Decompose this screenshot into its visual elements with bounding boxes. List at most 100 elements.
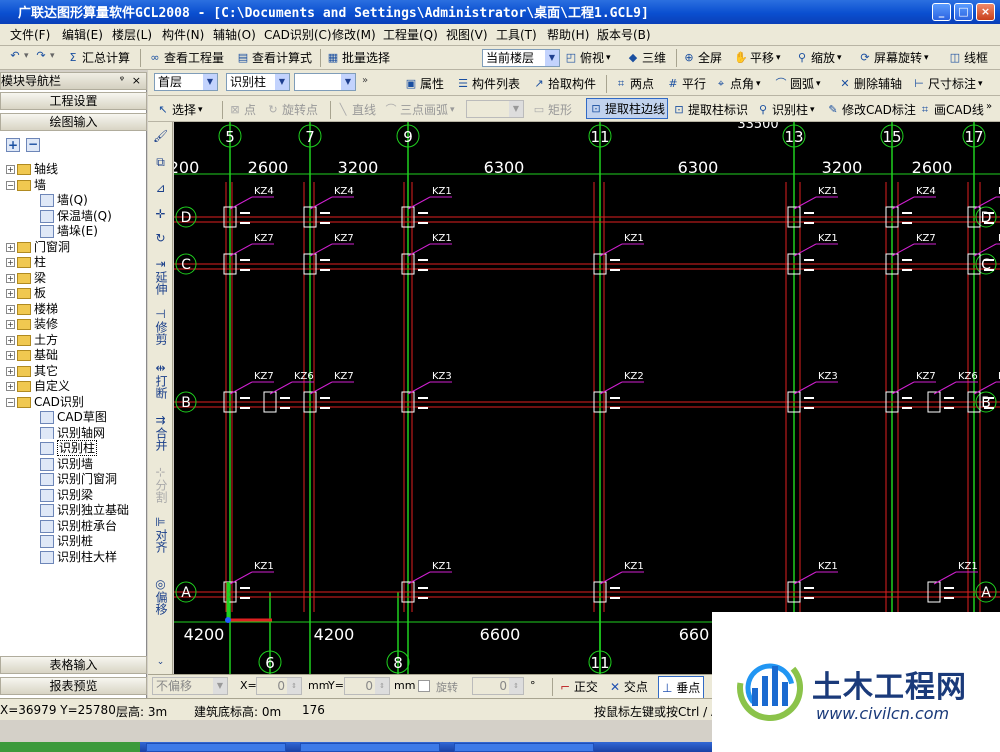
collapse-icon[interactable]: − — [6, 180, 15, 190]
two-points-button[interactable]: ⌗ 两点 — [614, 75, 654, 92]
point-angle-button[interactable]: ⌖ 点角 ▾ — [714, 75, 761, 92]
extract-column-edge-button[interactable]: ⊡ 提取柱边线 — [586, 98, 669, 119]
expand-icon[interactable]: + — [6, 351, 15, 360]
expand-icon[interactable]: + — [6, 366, 15, 376]
collapse-all-button[interactable]: − — [26, 138, 40, 152]
menu-component[interactable]: 构件(N) — [162, 26, 204, 43]
redo-button[interactable]: ↷ ▾ — [34, 49, 54, 63]
identify-column-button[interactable]: ⚲ 识别柱 ▾ — [756, 101, 815, 118]
tree-item[interactable]: + 装修 — [6, 315, 58, 332]
expand-icon[interactable]: + — [6, 273, 15, 283]
tree-item[interactable]: + 梁 — [6, 269, 46, 286]
chevron-down-icon[interactable]: ⌄ — [150, 656, 171, 669]
tree-item[interactable]: 识别墙 — [40, 455, 93, 472]
tree-item[interactable]: + 板 — [6, 284, 46, 301]
floor-select[interactable]: 首层 ▼ — [154, 73, 218, 91]
y-offset-input[interactable]: 0 ⇕ — [344, 677, 390, 695]
tree-item[interactable]: 识别轴网 — [40, 424, 105, 441]
tree-item[interactable]: + 土方 — [6, 331, 58, 348]
expand-icon[interactable]: + — [6, 320, 15, 329]
tree-item[interactable]: + 楼梯 — [6, 300, 58, 317]
offset-select[interactable]: 不偏移 ▼ — [152, 677, 228, 695]
menu-modify[interactable]: 修改(M) — [332, 26, 376, 43]
screen-rotate-button[interactable]: ⟳ 屏幕旋转 ▾ — [858, 49, 928, 66]
menu-floor[interactable]: 楼层(L) — [112, 26, 152, 43]
arc-option-select[interactable]: ▼ — [466, 100, 524, 118]
menu-aux-axis[interactable]: 辅轴(O) — [213, 26, 256, 43]
mirror-icon[interactable]: ⊿ — [150, 182, 171, 195]
floor-scope-select[interactable]: 当前楼层 ▼ — [482, 49, 560, 67]
menu-tools[interactable]: 工具(T) — [496, 26, 537, 43]
minimize-button[interactable]: _ — [932, 3, 951, 21]
align-button[interactable]: ⊫ 对齐 — [150, 516, 171, 554]
tree-item[interactable]: + 门窗洞 — [6, 238, 70, 255]
split-button[interactable]: ⊹ 分割 — [150, 466, 171, 504]
rotate-checkbox[interactable] — [418, 680, 430, 692]
start-button[interactable] — [0, 742, 140, 752]
perpendicular-snap-toggle[interactable]: ⊥ 垂点 — [658, 676, 705, 699]
rotate-icon[interactable]: ↻ — [150, 232, 171, 245]
maximize-button[interactable]: □ — [954, 3, 973, 21]
close-icon[interactable]: × — [132, 73, 141, 89]
component-list-button[interactable]: ☰ 构件列表 — [456, 75, 520, 92]
batch-select-button[interactable]: ▦ 批量选择 — [326, 49, 390, 66]
tree-item[interactable]: + 轴线 — [6, 160, 58, 177]
x-offset-input[interactable]: 0 ⇕ — [256, 677, 302, 695]
close-button[interactable]: × — [976, 3, 995, 21]
three-point-arc-button[interactable]: ⌒ 三点画弧 ▾ — [384, 101, 455, 118]
pin-icon[interactable]: ᵠ — [120, 73, 124, 89]
expand-icon[interactable]: + — [6, 335, 15, 345]
menu-view[interactable]: 视图(V) — [446, 26, 488, 43]
expand-icon[interactable]: + — [6, 258, 15, 267]
break-button[interactable]: ⇹ 打断 — [150, 362, 171, 400]
tree-item[interactable]: 识别柱 — [40, 439, 98, 456]
zoom-button[interactable]: ⚲ 缩放 ▾ — [795, 49, 842, 66]
view-quantity-button[interactable]: ∞ 查看工程量 — [148, 49, 224, 66]
component-type-select[interactable]: 识别柱 ▼ — [226, 73, 290, 91]
tree-item[interactable]: 保温墙(Q) — [40, 207, 112, 224]
brush-icon[interactable]: 🖌 — [150, 130, 171, 143]
menu-edit[interactable]: 编辑(E) — [62, 26, 103, 43]
ortho-toggle[interactable]: ⌐ 正交 — [560, 678, 598, 695]
top-view-button[interactable]: ◰ 俯视 ▾ — [564, 49, 611, 66]
tab-drawing-input[interactable]: 绘图输入 — [0, 113, 147, 131]
tree-item[interactable]: 墙(Q) — [40, 191, 88, 208]
offset-button[interactable]: ◎ 偏移 — [150, 578, 171, 616]
wireframe-button[interactable]: ◫ 线框 — [948, 49, 988, 66]
tab-table-input[interactable]: 表格输入 — [0, 656, 147, 674]
tab-project-settings[interactable]: 工程设置 — [0, 92, 147, 110]
taskbar-item[interactable] — [146, 743, 286, 752]
component-name-select[interactable]: ▼ — [294, 73, 356, 91]
expand-icon[interactable]: + — [6, 242, 15, 252]
toolbar-overflow-icon[interactable]: » — [986, 101, 992, 112]
cad-canvas[interactable]: 579111315176811DDCCBBAA20026003200630063… — [174, 122, 1000, 674]
intersection-snap-toggle[interactable]: ✕ 交点 — [610, 678, 648, 695]
collapse-icon[interactable]: − — [6, 397, 15, 407]
toolbar-overflow-icon[interactable]: » — [362, 75, 368, 86]
rotate-point-button[interactable]: ↻ 旋转点 — [266, 101, 318, 118]
tree-item[interactable]: 识别独立基础 — [40, 501, 129, 518]
tree-item[interactable]: + 基础 — [6, 346, 58, 363]
parallel-button[interactable]: # 平行 — [666, 75, 706, 92]
tree-item[interactable]: 识别桩承台 — [40, 517, 117, 534]
expand-icon[interactable]: + — [6, 304, 15, 314]
tab-report-preview[interactable]: 报表预览 — [0, 677, 147, 695]
pick-component-button[interactable]: ↗ 拾取构件 — [532, 75, 596, 92]
tree-item[interactable]: 识别门窗洞 — [40, 470, 117, 487]
3d-button[interactable]: ◆ 三维 — [626, 49, 666, 66]
tree-item[interactable]: − 墙 — [6, 176, 46, 193]
arc-button[interactable]: ⌒ 圆弧 ▾ — [774, 75, 821, 92]
dimension-button[interactable]: ⊢ 尺寸标注 ▾ — [912, 75, 982, 92]
undo-button[interactable]: ↶ ▾ — [8, 49, 28, 63]
tree-item[interactable]: 墙垛(E) — [40, 222, 98, 239]
trim-button[interactable]: ⊣ 修剪 — [150, 308, 171, 346]
rotate-angle-input[interactable]: 0 ⇕ — [472, 677, 524, 695]
menu-help[interactable]: 帮助(H) — [547, 26, 589, 43]
tree-item[interactable]: + 柱 — [6, 253, 46, 270]
taskbar-item[interactable] — [454, 743, 594, 752]
expand-icon[interactable]: + — [6, 289, 15, 298]
expand-icon[interactable]: + — [6, 382, 15, 391]
modify-cad-label-button[interactable]: ✎ 修改CAD标注 — [826, 101, 915, 118]
draw-cad-line-button[interactable]: ⌗ 画CAD线 — [918, 101, 984, 118]
point-button[interactable]: ⊠ 点 — [228, 101, 256, 118]
